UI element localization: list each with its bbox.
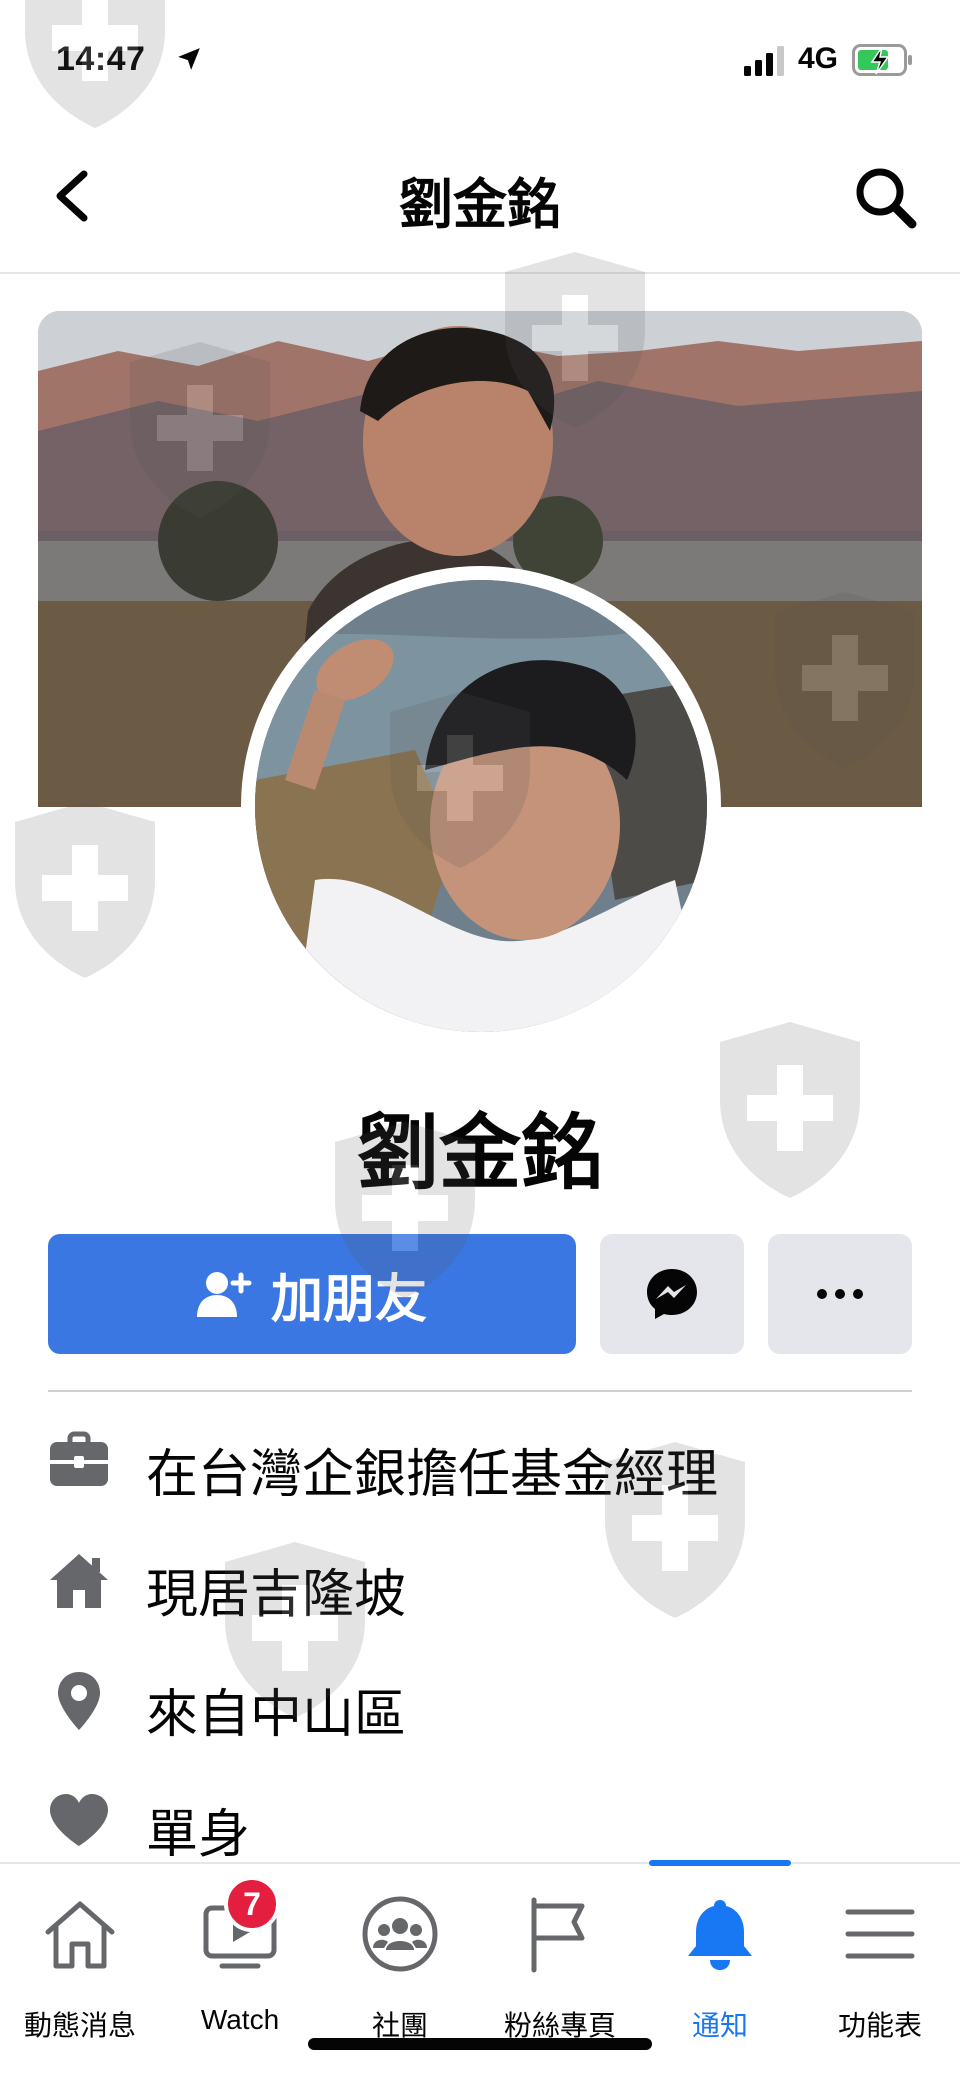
profile-header: 劉金銘 [0,120,960,274]
section-divider [48,1390,912,1392]
nav-label-watch: Watch [200,2004,280,2035]
messenger-button[interactable] [600,1234,744,1354]
detail-residence-text: 現居吉隆坡 [146,1566,407,1624]
detail-hometown-text: 來自中山區 [146,1686,407,1744]
battery-charging-icon [852,44,912,76]
signal-icon [744,46,784,76]
profile-name: 劉金銘 [356,1108,603,1199]
detail-hometown: 來自中山區 [0,1652,960,1752]
nav-item-pages[interactable]: 粉絲專頁 [480,1886,640,2041]
nav-item-groups[interactable]: 社團 [320,1886,480,2041]
detail-work-text: 在台灣企銀擔任基金經理 [146,1446,719,1504]
add-friend-icon [196,1272,252,1317]
search-icon[interactable] [852,164,920,232]
more-dots-icon [817,1289,863,1299]
header-title: 劉金銘 [399,175,561,235]
profile-avatar[interactable] [241,566,721,1046]
avatar-photo [255,580,707,1032]
watermark-shield-icon [15,802,155,978]
messenger-icon [647,1269,697,1319]
status-bar: 14:47 4G [0,0,960,120]
more-options-button[interactable] [768,1234,912,1354]
menu-icon [845,1909,915,1959]
detail-residence: 現居吉隆坡 [0,1532,960,1632]
nav-label-menu: 功能表 [837,2010,922,2041]
network-type: 4G [798,42,839,75]
add-friend-label: 加朋友 [270,1270,427,1329]
heart-icon [50,1794,108,1846]
detail-relationship: 單身 [0,1772,960,1872]
groups-icon [362,1896,438,1972]
nav-label-news-feed: 動態消息 [23,2010,136,2041]
home-icon [50,1554,108,1608]
home-indicator[interactable] [308,2038,652,2050]
location-arrow-icon [178,48,200,70]
nav-item-news-feed[interactable]: 動態消息 [0,1886,160,2041]
add-friend-button[interactable]: 加朋友 [48,1234,576,1354]
detail-work: 在台灣企銀擔任基金經理 [0,1412,960,1512]
detail-relationship-text: 單身 [146,1806,251,1864]
nav-label-notifications: 通知 [691,2010,748,2041]
nav-active-indicator [649,1860,791,1866]
home-icon [45,1901,115,1969]
status-time: 14:47 [56,40,146,78]
nav-item-notifications[interactable]: 通知 [640,1886,800,2041]
location-pin-icon [58,1672,100,1730]
nav-item-menu[interactable]: 功能表 [800,1886,960,2041]
bell-icon [688,1900,752,1970]
watch-notification-badge: 7 [224,1876,280,1932]
flag-icon [531,1897,585,1973]
briefcase-icon [50,1431,108,1486]
